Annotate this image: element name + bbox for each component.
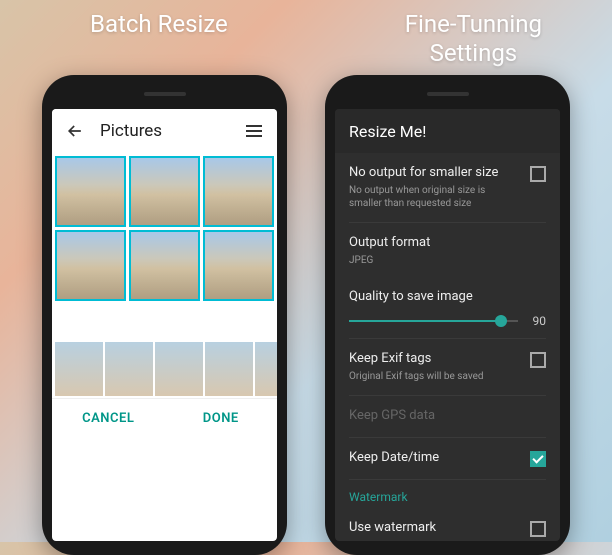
photo-thumb[interactable] bbox=[55, 230, 126, 301]
strip-thumb[interactable] bbox=[105, 342, 153, 396]
setting-label: Keep GPS data bbox=[349, 408, 546, 425]
checkbox-icon[interactable] bbox=[530, 352, 546, 368]
promo-title-left: Batch Resize bbox=[90, 10, 228, 68]
strip-thumb[interactable] bbox=[255, 342, 277, 396]
setting-keep-exif[interactable]: Keep Exif tags Original Exif tags will b… bbox=[349, 339, 546, 396]
settings-list[interactable]: No output for smaller size No output whe… bbox=[335, 153, 560, 541]
setting-label: Quality to save image bbox=[349, 289, 546, 304]
done-button[interactable]: DONE bbox=[165, 399, 278, 438]
setting-label: No output for smaller size bbox=[349, 165, 520, 182]
promo-title-right: Fine-Tunning Settings bbox=[405, 10, 542, 68]
setting-no-output-smaller[interactable]: No output for smaller size No output whe… bbox=[349, 153, 546, 223]
setting-keep-datetime[interactable]: Keep Date/time bbox=[349, 438, 546, 480]
section-watermark: Watermark bbox=[349, 480, 546, 508]
photo-thumb[interactable] bbox=[55, 156, 126, 227]
phone-right: Resize Me! No output for smaller size No… bbox=[325, 75, 570, 555]
strip-thumb[interactable] bbox=[205, 342, 253, 396]
page-title: Pictures bbox=[100, 121, 243, 141]
photo-thumb[interactable] bbox=[203, 230, 274, 301]
quality-value: 90 bbox=[526, 314, 546, 328]
photo-grid bbox=[52, 153, 277, 304]
setting-quality[interactable]: Quality to save image 90 bbox=[349, 279, 546, 339]
photo-thumb[interactable] bbox=[129, 230, 200, 301]
back-arrow-icon[interactable] bbox=[64, 120, 86, 142]
setting-label: Keep Exif tags bbox=[349, 351, 520, 368]
setting-use-watermark[interactable]: Use watermark bbox=[349, 508, 546, 541]
checkbox-icon[interactable] bbox=[530, 166, 546, 182]
cancel-button[interactable]: CANCEL bbox=[52, 399, 165, 438]
menu-icon[interactable] bbox=[243, 120, 265, 142]
quality-slider[interactable] bbox=[349, 320, 518, 322]
setting-label: Use watermark bbox=[349, 520, 520, 537]
photo-thumb[interactable] bbox=[203, 156, 274, 227]
setting-sub: No output when original size is smaller … bbox=[349, 184, 520, 210]
setting-keep-gps: Keep GPS data bbox=[349, 396, 546, 438]
setting-sub: Original Exif tags will be saved bbox=[349, 370, 520, 383]
setting-output-format[interactable]: Output format JPEG bbox=[349, 223, 546, 279]
slider-knob-icon[interactable] bbox=[495, 315, 507, 327]
setting-label: Keep Date/time bbox=[349, 450, 520, 467]
setting-sub: JPEG bbox=[349, 254, 546, 267]
strip-thumb[interactable] bbox=[155, 342, 203, 396]
checkbox-icon[interactable] bbox=[530, 451, 546, 467]
setting-label: Output format bbox=[349, 235, 546, 252]
app-title-bar: Resize Me! bbox=[335, 109, 560, 153]
strip-thumb[interactable] bbox=[55, 342, 103, 396]
phone-left: Pictures CANCEL DONE bbox=[42, 75, 287, 555]
photo-thumb[interactable] bbox=[129, 156, 200, 227]
selection-strip[interactable] bbox=[52, 340, 277, 398]
toolbar: Pictures bbox=[52, 109, 277, 153]
checkbox-icon[interactable] bbox=[530, 521, 546, 537]
